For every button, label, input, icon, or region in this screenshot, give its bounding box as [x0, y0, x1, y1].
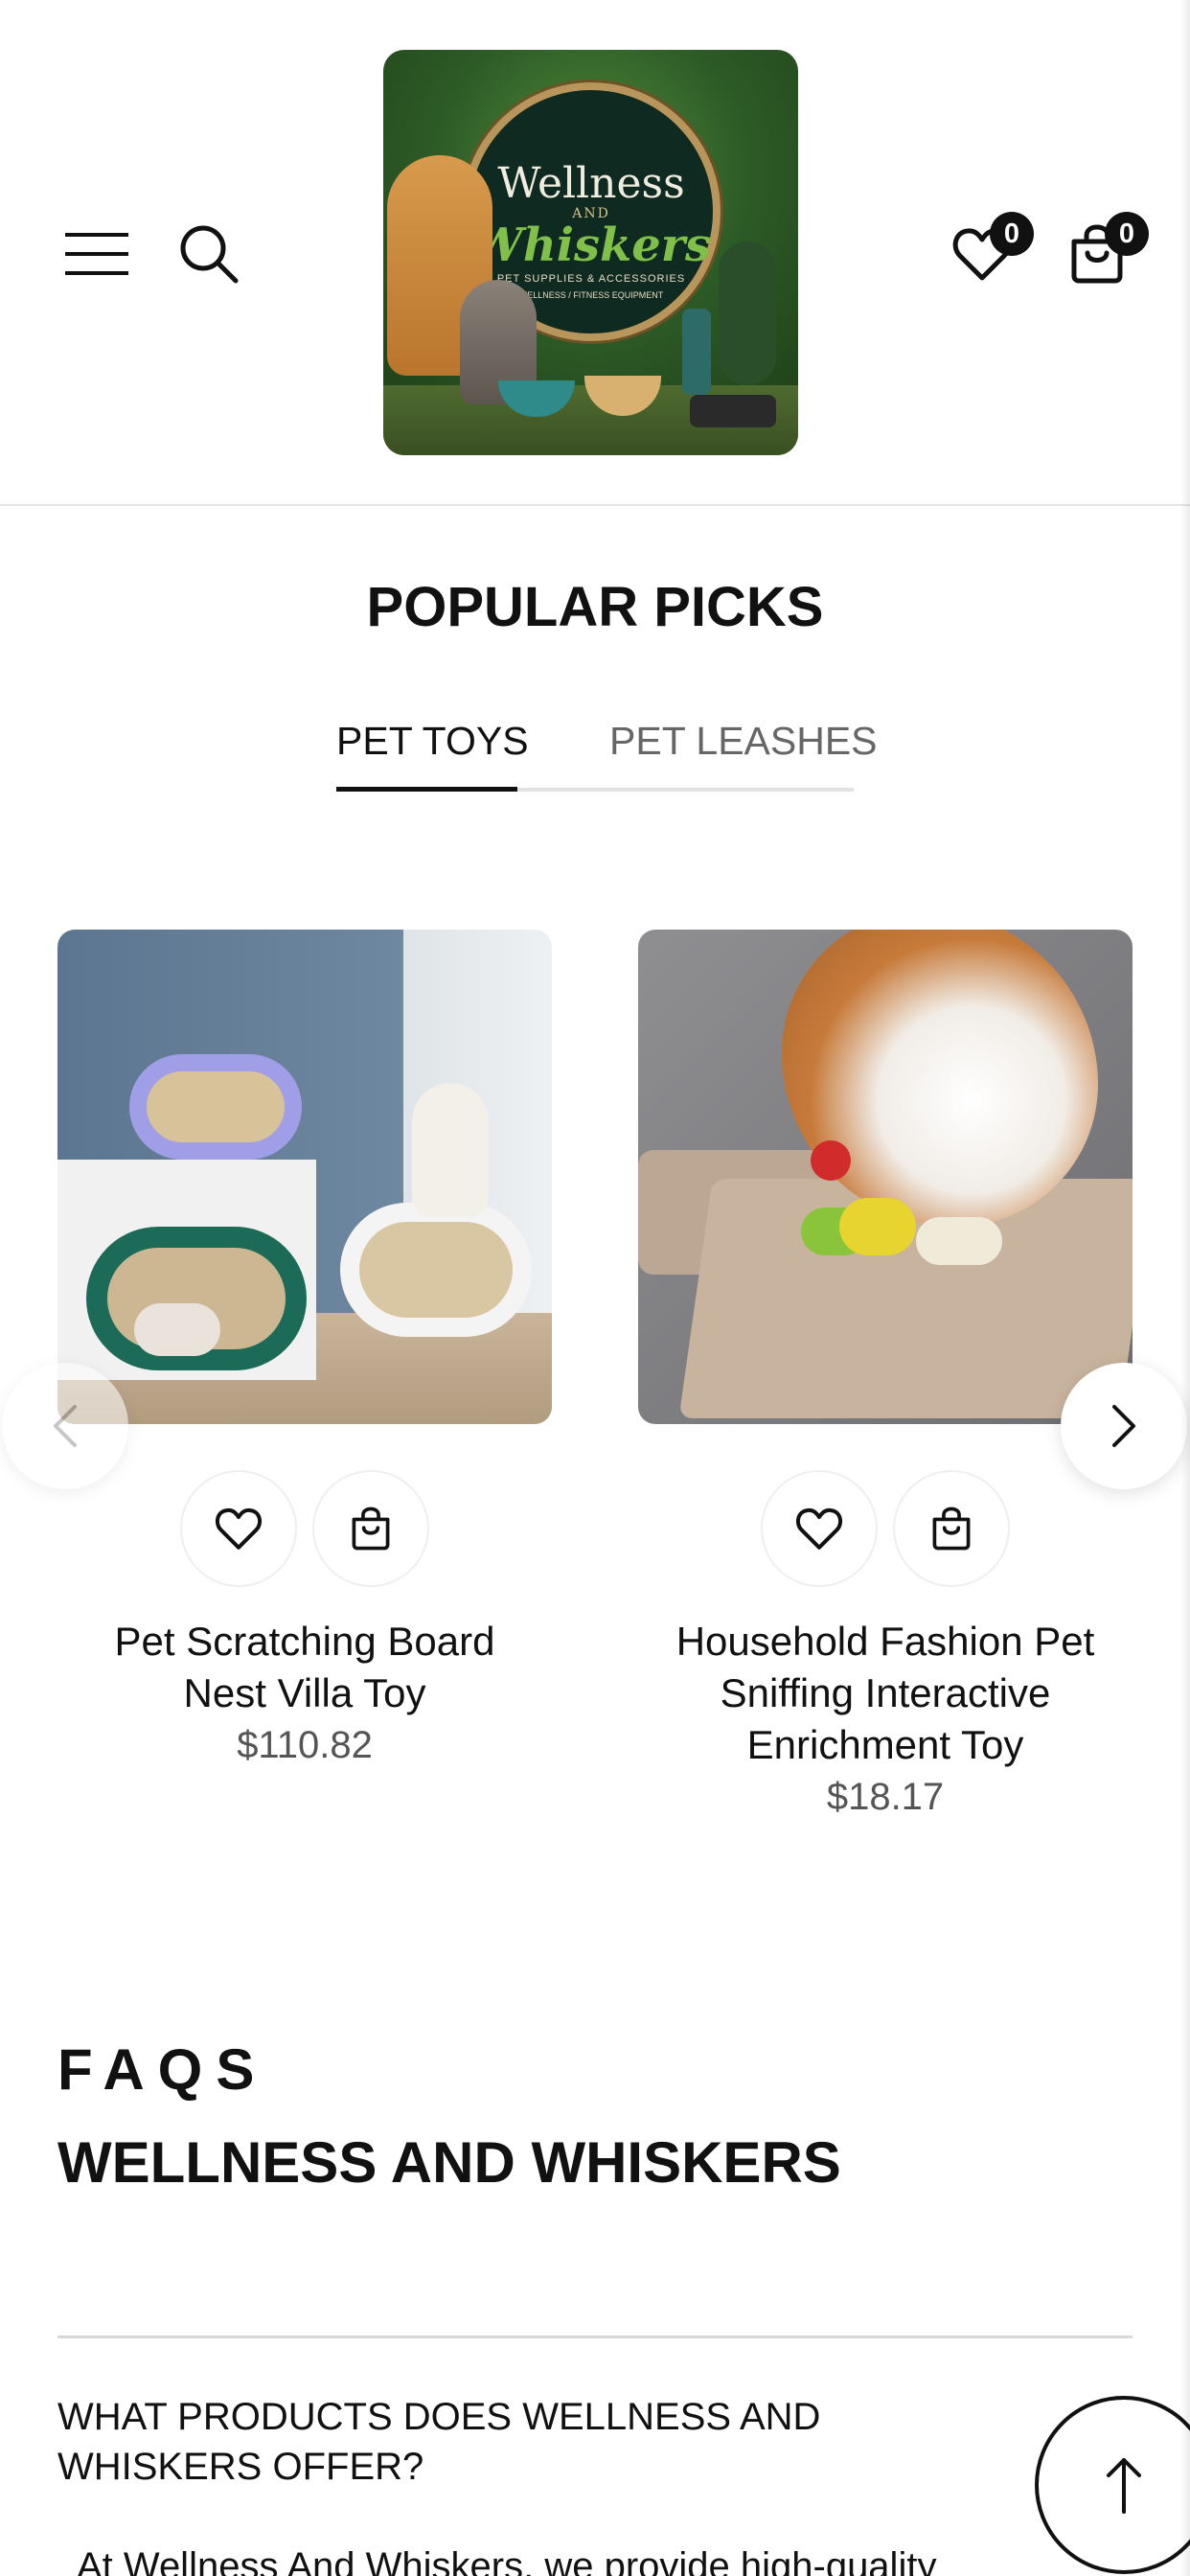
image-scratcher-purple [129, 1054, 302, 1160]
add-to-wishlist-button[interactable] [761, 1470, 878, 1587]
product-tabs: PET TOYS PET LEASHES [336, 709, 878, 792]
search-button[interactable] [171, 216, 247, 292]
tab-pet-toys[interactable]: PET TOYS [336, 719, 529, 764]
hamburger-menu-icon [65, 233, 128, 275]
product-name-line: Nest Villa Toy [183, 1670, 426, 1715]
faq-question-line: WHISKERS OFFER? [57, 2446, 424, 2488]
menu-button[interactable] [59, 216, 136, 292]
page-scrollbar[interactable] [1180, 0, 1190, 2576]
faq-question[interactable]: WHAT PRODUCTS DOES WELLNESS AND WHISKERS… [57, 2392, 920, 2492]
add-to-wishlist-button[interactable] [180, 1470, 297, 1587]
logo-dumbbell [690, 395, 776, 427]
chevron-right-icon [1112, 1405, 1135, 1447]
faq-subheading: WELLNESS AND WHISKERS [57, 2130, 841, 2195]
faq-answer: At Wellness And Whiskers, we provide hig… [77, 2545, 937, 2576]
product-image[interactable] [638, 930, 1133, 1424]
search-icon [180, 225, 239, 284]
product-actions [638, 1470, 1133, 1587]
shopping-bag-icon [932, 1506, 971, 1551]
product-price: $18.17 [826, 1776, 945, 1818]
product-card[interactable]: Pet Scratching Board Nest Villa Toy $110… [57, 930, 552, 1771]
product-price: $110.82 [237, 1724, 373, 1766]
product-name[interactable]: Pet Scratching Board Nest Villa Toy [57, 1616, 552, 1719]
image-toy [916, 1217, 1002, 1265]
image-toy [811, 1140, 851, 1181]
site-header: Wellness AND Whiskers PET SUPPLIES & ACC… [0, 0, 1190, 506]
faq-divider [57, 2335, 1133, 2338]
active-tab-indicator [336, 787, 517, 792]
cart-count-badge: 0 [1105, 212, 1149, 256]
image-scratcher-white [340, 1203, 532, 1337]
heart-icon [215, 1507, 263, 1550]
faq-question-line: WHAT PRODUCTS DOES WELLNESS AND [57, 2396, 821, 2438]
site-logo[interactable]: Wellness AND Whiskers PET SUPPLIES & ACC… [383, 50, 798, 455]
wishlist-button[interactable]: 0 [944, 212, 1034, 292]
product-name-line: Pet Scratching Board [114, 1619, 495, 1664]
product-actions [57, 1470, 552, 1587]
cart-button[interactable]: 0 [1059, 212, 1149, 292]
logo-bottle [682, 309, 711, 395]
heart-icon [795, 1507, 843, 1550]
shopping-bag-icon [352, 1506, 390, 1551]
product-name-line: Sniffing Interactive [720, 1670, 1051, 1715]
tab-pet-leashes[interactable]: PET LEASHES [609, 719, 878, 764]
add-to-cart-button[interactable] [893, 1470, 1010, 1587]
product-card[interactable]: Household Fashion Pet Sniffing Interacti… [638, 930, 1133, 1823]
carousel-next-button[interactable] [1061, 1363, 1187, 1489]
product-image[interactable] [57, 930, 552, 1424]
add-to-cart-button[interactable] [312, 1470, 429, 1587]
image-cat [134, 1303, 220, 1356]
image-cat [412, 1083, 489, 1217]
popular-picks-heading: POPULAR PICKS [366, 576, 824, 638]
faq-heading: FAQS [57, 2037, 268, 2102]
product-name[interactable]: Household Fashion Pet Sniffing Interacti… [638, 1616, 1133, 1771]
wishlist-count-badge: 0 [990, 212, 1034, 256]
product-name-line: Household Fashion Pet [675, 1619, 1095, 1664]
logo-wordmark-line2: Whiskers [470, 218, 712, 272]
product-name-line: Enrichment Toy [746, 1722, 1024, 1767]
image-toy [839, 1198, 916, 1255]
logo-tagline-2: WELLNESS / FITNESS EQUIPMENT [518, 290, 664, 300]
logo-wordmark-line1: Wellness [497, 159, 685, 208]
logo-tagline: PET SUPPLIES & ACCESSORIES [496, 273, 686, 285]
arrow-up-icon [1107, 2458, 1141, 2514]
carousel-prev-button[interactable] [2, 1363, 128, 1489]
logo-yoga-mat [719, 242, 776, 385]
chevron-left-icon [54, 1405, 77, 1447]
